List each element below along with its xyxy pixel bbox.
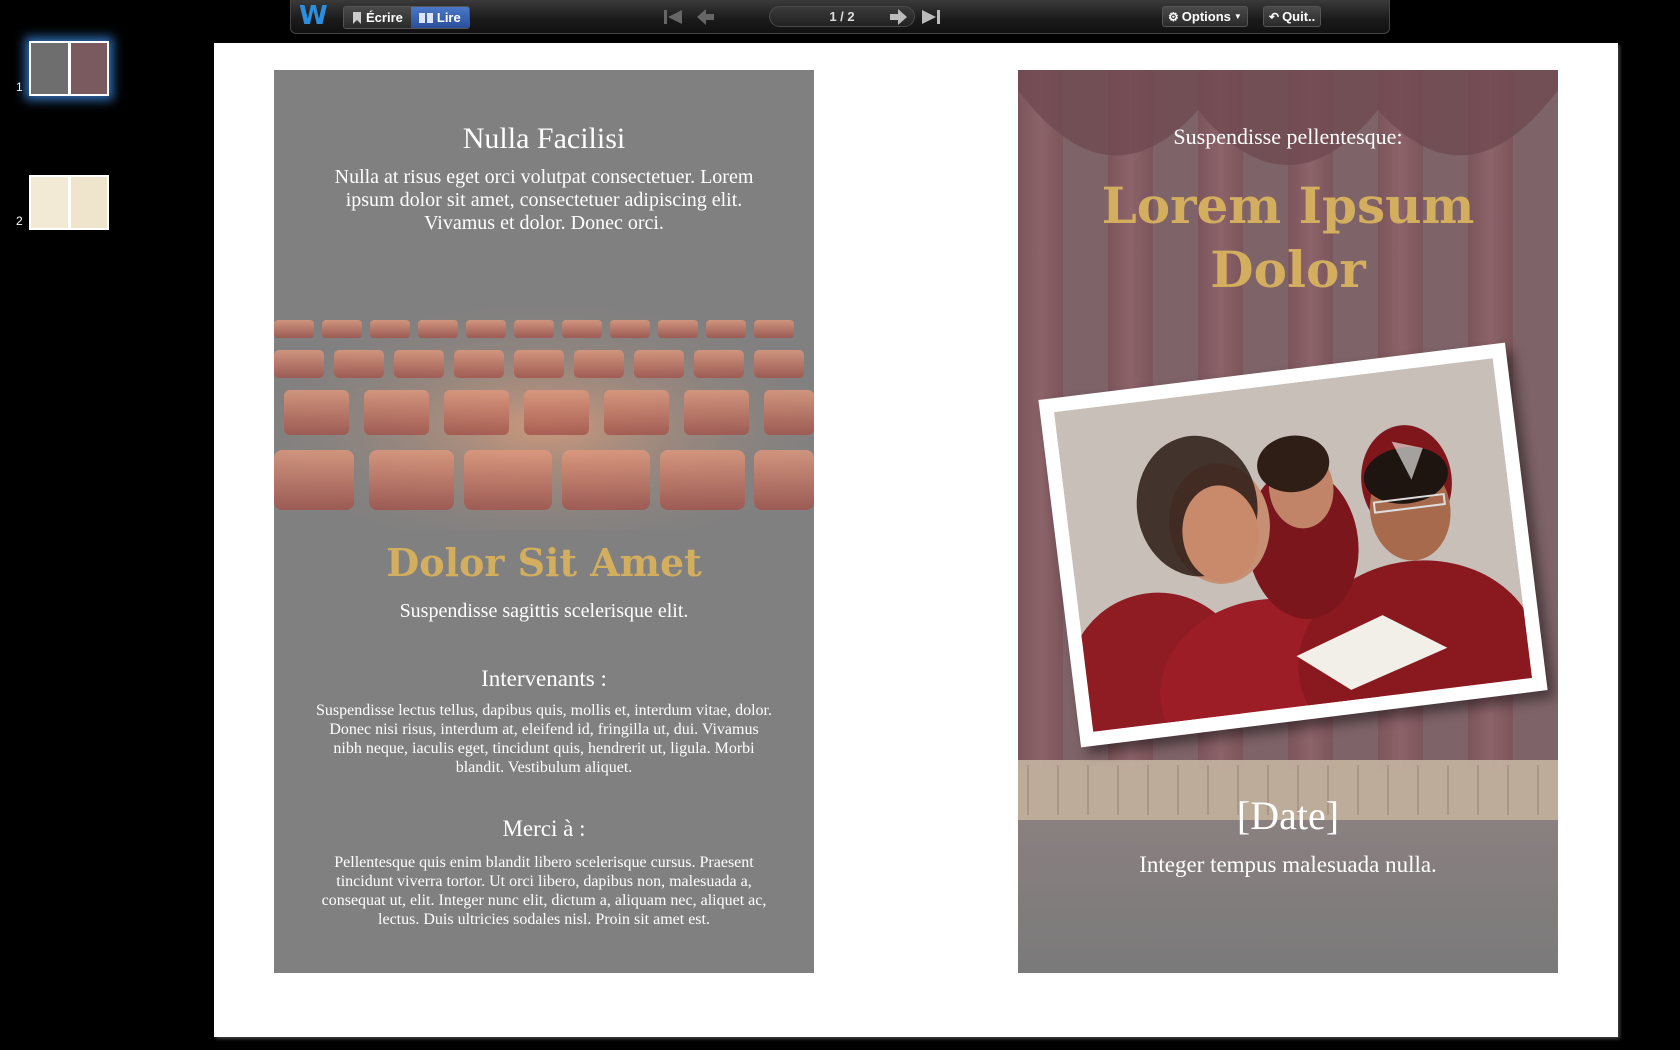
write-mode-button[interactable]: Écrire xyxy=(344,7,411,28)
speakers-heading: Intervenants : xyxy=(481,666,607,691)
toolbar: W Écrire Lire 1 / 2 ⚙ Options ▼ ↶ Quit.. xyxy=(290,0,1390,34)
book-icon xyxy=(418,13,433,23)
options-label: Options xyxy=(1181,9,1231,24)
event-date: [Date] xyxy=(1236,793,1340,838)
page-thumbnail-1[interactable] xyxy=(29,41,109,96)
quit-button[interactable]: ↶ Quit.. xyxy=(1263,6,1322,27)
left-panel-intro: Nulla at risus eget orci volutpat consec… xyxy=(334,166,754,234)
app-logo-icon[interactable]: W xyxy=(299,3,328,29)
speakers-text: Suspendisse lectus tellus, dapibus quis,… xyxy=(316,702,772,776)
left-brochure-panel: Nulla Facilisi Nulla at risus eget orci … xyxy=(274,70,814,973)
left-panel-subline: Suspendisse sagittis scelerisque elit. xyxy=(399,600,689,622)
quit-label: Quit.. xyxy=(1282,9,1316,24)
next-page-icon[interactable] xyxy=(889,8,909,26)
gear-icon: ⚙ xyxy=(1168,9,1179,24)
document-page: Nulla Facilisi Nulla at risus eget orci … xyxy=(214,43,1618,1037)
options-button[interactable]: ⚙ Options ▼ xyxy=(1162,6,1248,27)
thumbnail-right-half xyxy=(70,43,107,94)
right-brochure-panel: Suspendisse pellentesque: Lorem Ipsum Do… xyxy=(1018,70,1558,973)
thumbnail-number: 2 xyxy=(16,214,23,228)
chevron-down-icon: ▼ xyxy=(1233,12,1242,21)
page-thumbnail-2[interactable] xyxy=(29,175,109,230)
right-panel-title-line2: Dolor xyxy=(1210,240,1366,299)
thanks-text: Pellentesque quis enim blandit libero sc… xyxy=(321,854,767,928)
bookmark-icon xyxy=(353,11,361,24)
left-panel-headline: Dolor Sit Amet xyxy=(386,540,702,585)
choir-photo-frame xyxy=(1038,342,1548,748)
write-mode-label: Écrire xyxy=(366,10,403,25)
mode-switch: Écrire Lire xyxy=(343,6,470,29)
undo-arrow-icon: ↶ xyxy=(1269,9,1280,24)
right-panel-tagline: Integer tempus malesuada nulla. xyxy=(1139,852,1437,877)
read-mode-label: Lire xyxy=(436,10,461,25)
thumbnail-left-half xyxy=(31,43,68,94)
previous-page-icon[interactable] xyxy=(695,8,715,26)
thanks-heading: Merci à : xyxy=(502,816,586,841)
theater-seats-image xyxy=(274,300,814,530)
right-panel-kicker: Suspendisse pellentesque: xyxy=(1173,124,1403,149)
choir-photo xyxy=(1054,358,1532,732)
left-panel-title: Nulla Facilisi xyxy=(462,122,626,155)
thumbnail-left-half xyxy=(31,177,68,228)
read-mode-button[interactable]: Lire xyxy=(410,7,469,28)
first-page-icon[interactable] xyxy=(663,8,683,26)
thumbnail-right-half xyxy=(70,177,107,228)
right-panel-title-line1: Lorem Ipsum xyxy=(1101,176,1475,235)
last-page-icon[interactable] xyxy=(921,8,941,26)
thumbnail-number: 1 xyxy=(16,80,23,94)
